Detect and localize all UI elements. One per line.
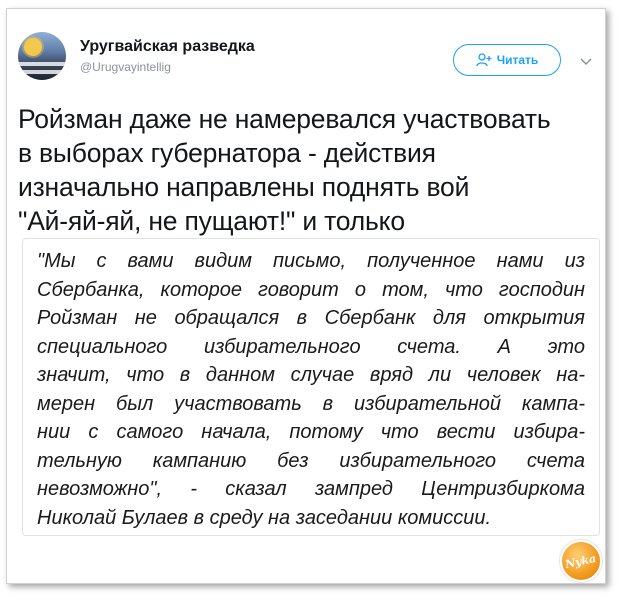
chevron-down-icon[interactable] (580, 54, 592, 66)
quote-line: Сбербанка, которое говорит о том, что го… (37, 278, 585, 301)
follow-button[interactable]: Читать (453, 44, 561, 76)
follow-button-label: Читать (496, 53, 539, 67)
flag-stripe (18, 70, 66, 74)
tweet-line: "Ай-яй-яй, не пущают!" и только (18, 206, 405, 236)
quote-line: невозможно", - сказал зампред Центризбир… (37, 478, 585, 500)
quote-text: "Мы с вами видим письмо, полученное нами… (37, 247, 585, 532)
tweet-line: изначально направлены поднять вой (18, 172, 470, 202)
quote-line: Николай Булаев в среду на заседании коми… (37, 506, 492, 529)
tweet-line: Ройзман даже не намеревался участвовать (18, 104, 551, 134)
flag-stripe (18, 62, 66, 66)
watermark-text: Nyka (564, 551, 598, 571)
user-handle[interactable]: @Urugvayintellig (80, 60, 171, 74)
tweet-text: Ройзман даже не намеревался участвовать … (18, 102, 588, 238)
sun-icon (24, 38, 42, 56)
quote-line: нии с самого начала, потому что вести из… (37, 421, 585, 443)
display-name[interactable]: Уругвайская разведка (80, 38, 255, 56)
tweet-line: в выборах губернатора - действия (18, 138, 436, 168)
quote-line: тельную кампанию без избирательного счет… (37, 449, 585, 472)
quote-line: значит, что в данном случае вряд ли чело… (37, 364, 585, 386)
quote-line: "Мы с вами видим письмо, полученное нами… (37, 250, 585, 272)
quote-line: мерен был участвовать в избирательной ка… (37, 392, 585, 415)
add-person-icon (476, 53, 492, 67)
quote-line: специального избирательного счета. А это (37, 335, 585, 358)
quote-line: Ройзман не обращался в Сбербанк для откр… (37, 307, 585, 329)
quote-image[interactable]: "Мы с вами видим письмо, полученное нами… (22, 238, 600, 536)
watermark-logo: Nyka (560, 540, 602, 582)
avatar[interactable] (18, 32, 66, 80)
